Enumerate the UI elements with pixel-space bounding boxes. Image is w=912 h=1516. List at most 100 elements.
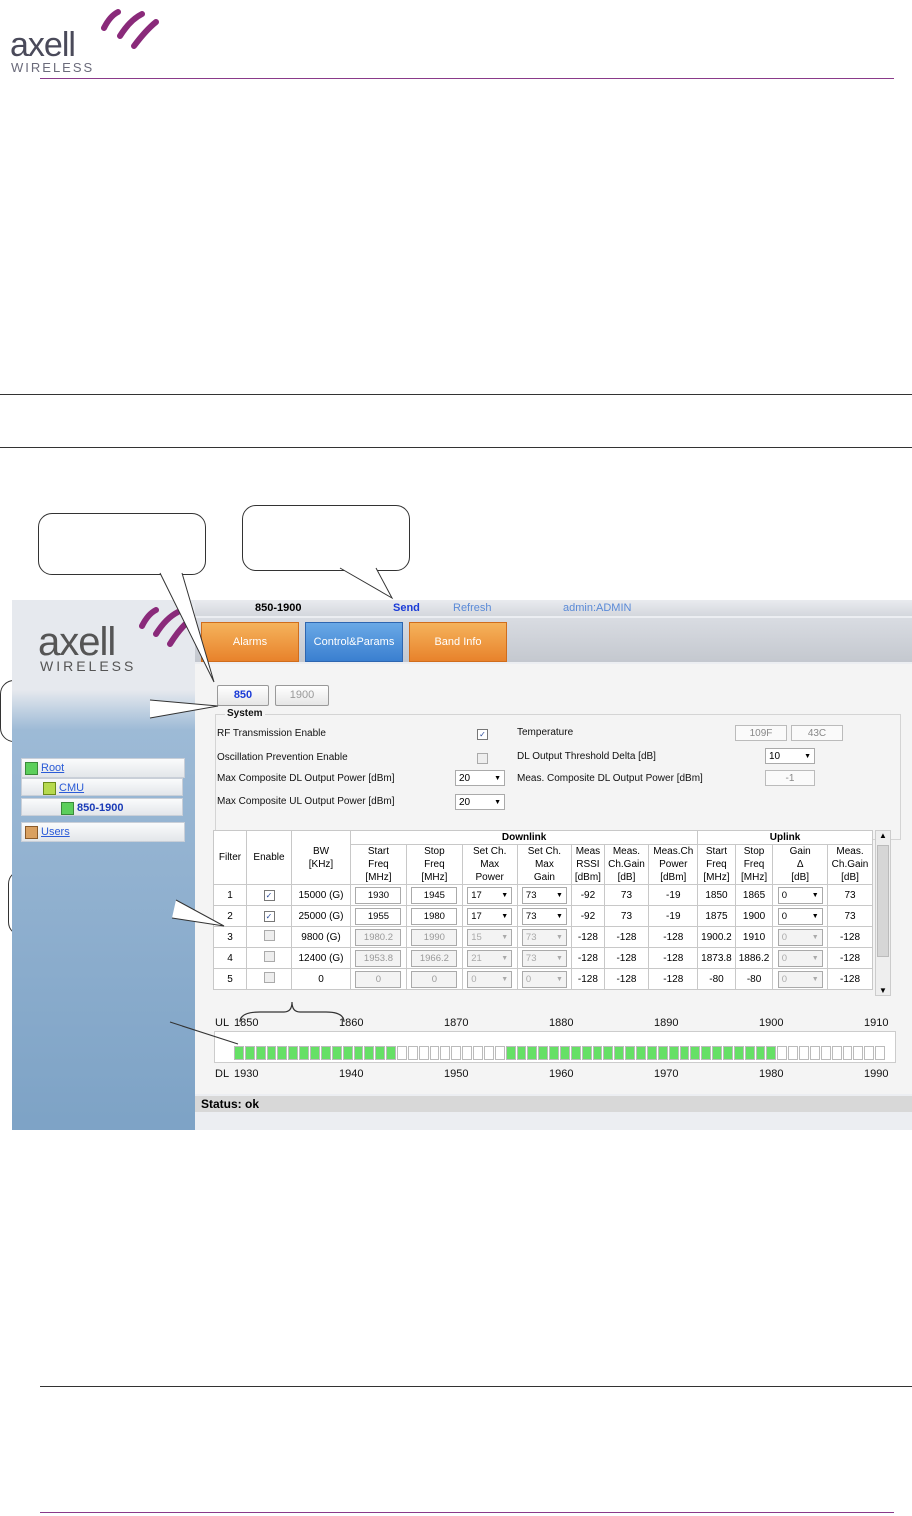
section-rule-top: [0, 394, 912, 395]
ch-power-value: -128: [663, 931, 684, 943]
rf-enable-checkbox[interactable]: ✓: [477, 729, 488, 740]
gain-delta-value: 0: [781, 910, 787, 922]
table-row: 3 9800 (G) 1980.2 1990 15 ▼ 73 ▼ -128 -128 -128 190…: [213, 926, 873, 948]
cell-gain[interactable]: 73 ▼: [516, 947, 573, 969]
cell-gain[interactable]: 73 ▼: [516, 926, 573, 948]
cell-gain[interactable]: 73 ▼: [516, 905, 573, 927]
cell-dl-start[interactable]: 1953.8: [350, 947, 407, 969]
band-tab-850[interactable]: 850: [217, 685, 269, 706]
refresh-button[interactable]: Refresh: [453, 600, 492, 616]
gain-delta-select[interactable]: 0 ▼: [777, 928, 823, 946]
spectrum-cell: [462, 1046, 473, 1060]
cell-enable[interactable]: ✓: [246, 884, 292, 906]
gain-delta-select[interactable]: 0 ▼: [777, 907, 823, 925]
cell-dl-stop[interactable]: 1966.2: [405, 947, 463, 969]
power-select[interactable]: 0 ▼: [467, 970, 513, 988]
cell-gain[interactable]: 0 ▼: [516, 968, 573, 990]
power-select[interactable]: 17 ▼: [467, 886, 513, 904]
gain-select[interactable]: 0 ▼: [521, 970, 567, 988]
tree-item-device[interactable]: 850-1900: [21, 798, 183, 816]
gain-delta-select[interactable]: 0 ▼: [777, 970, 823, 988]
cell-dl-start[interactable]: 1955: [350, 905, 407, 927]
gain-delta-select[interactable]: 0 ▼: [777, 886, 823, 904]
gain-select[interactable]: 73 ▼: [521, 949, 567, 967]
cell-power[interactable]: 17 ▼: [461, 905, 518, 927]
cell-dl-stop[interactable]: 1990: [405, 926, 463, 948]
cell-enable[interactable]: [246, 926, 292, 948]
band-tab-1900[interactable]: 1900: [275, 685, 329, 706]
cell-ul-start: -80: [697, 968, 736, 990]
dl-stop-input[interactable]: 0: [411, 970, 458, 988]
cell-dl-stop[interactable]: 0: [405, 968, 463, 990]
scrollbar-thumb[interactable]: [877, 845, 889, 957]
cell-dl-start[interactable]: 1980.2: [350, 926, 407, 948]
tree-item-root[interactable]: Root: [21, 758, 185, 778]
bw-value: 12400 (G): [298, 952, 344, 964]
cell-gain-delta[interactable]: 0 ▼: [772, 905, 829, 927]
tree-item-cmu[interactable]: CMU: [21, 778, 183, 796]
enable-checkbox[interactable]: ✓: [263, 889, 275, 901]
cell-gain[interactable]: 73 ▼: [516, 884, 573, 906]
cell-power[interactable]: 15 ▼: [461, 926, 518, 948]
table-scrollbar[interactable]: ▲ ▼: [875, 830, 891, 996]
temperature-label: Temperature: [517, 727, 574, 738]
cell-dl-start[interactable]: 0: [350, 968, 407, 990]
tree-item-users[interactable]: Users: [21, 822, 185, 842]
dl-start-input[interactable]: 0: [355, 970, 402, 988]
cell-gain-delta[interactable]: 0 ▼: [772, 947, 829, 969]
cell-bw: 12400 (G): [291, 947, 351, 969]
enable-checkbox[interactable]: [263, 972, 275, 983]
spectrum-cell: [744, 1046, 755, 1060]
dl-start-input[interactable]: 1955: [355, 907, 402, 925]
cell-enable[interactable]: [246, 968, 292, 990]
cell-enable[interactable]: ✓: [246, 905, 292, 927]
osc-enable-checkbox[interactable]: [477, 753, 488, 764]
dl-start-input[interactable]: 1980.2: [355, 928, 402, 946]
max-ul-select[interactable]: 20 ▼: [455, 794, 505, 810]
gain-select[interactable]: 73 ▼: [521, 928, 567, 946]
tick-label: 1950: [444, 1068, 469, 1080]
tab-alarms[interactable]: Alarms: [201, 622, 299, 662]
scroll-down-icon[interactable]: ▼: [879, 986, 887, 995]
enable-checkbox[interactable]: [263, 930, 275, 941]
send-button[interactable]: Send: [393, 600, 420, 616]
power-select[interactable]: 15 ▼: [467, 928, 513, 946]
cell-ch-power: -19: [648, 884, 699, 906]
tick-label: 1960: [549, 1068, 574, 1080]
dl-stop-input[interactable]: 1980: [411, 907, 458, 925]
cell-gain-delta[interactable]: 0 ▼: [772, 884, 829, 906]
chevron-down-icon: ▼: [555, 891, 563, 899]
th-uplink: Uplink: [697, 830, 873, 845]
tab-bar: Alarms Control&Params Band Info: [195, 618, 912, 662]
dl-stop-input[interactable]: 1990: [411, 928, 458, 946]
cell-gain-delta[interactable]: 0 ▼: [772, 968, 829, 990]
dl-stop-input[interactable]: 1966.2: [411, 949, 458, 967]
cell-dl-stop[interactable]: 1945: [405, 884, 463, 906]
cell-power[interactable]: 17 ▼: [461, 884, 518, 906]
enable-checkbox[interactable]: ✓: [263, 910, 275, 922]
tab-band-info[interactable]: Band Info: [409, 622, 507, 662]
cell-power[interactable]: 21 ▼: [461, 947, 518, 969]
power-select[interactable]: 17 ▼: [467, 907, 513, 925]
dl-start-input[interactable]: 1953.8: [355, 949, 402, 967]
cell-gain-delta[interactable]: 0 ▼: [772, 926, 829, 948]
cell-dl-stop[interactable]: 1980: [405, 905, 463, 927]
tab-control-params[interactable]: Control&Params: [305, 622, 403, 662]
gain-select[interactable]: 73 ▼: [521, 907, 567, 925]
gain-delta-select[interactable]: 0 ▼: [777, 949, 823, 967]
dl-start-input[interactable]: 1930: [355, 886, 402, 904]
cell-dl-start[interactable]: 1930: [350, 884, 407, 906]
rssi-value: -92: [580, 910, 596, 922]
gain-select[interactable]: 73 ▼: [521, 886, 567, 904]
cell-ul-start: 1850: [697, 884, 736, 906]
cell-enable[interactable]: [246, 947, 292, 969]
cell-power[interactable]: 0 ▼: [461, 968, 518, 990]
max-dl-select[interactable]: 20 ▼: [455, 770, 505, 786]
dl-stop-input[interactable]: 1945: [411, 886, 458, 904]
scroll-up-icon[interactable]: ▲: [879, 831, 887, 840]
dl-threshold-select[interactable]: 10 ▼: [765, 748, 815, 764]
power-select[interactable]: 21 ▼: [467, 949, 513, 967]
spectrum-cell: [788, 1046, 799, 1060]
spectrum-cell: [646, 1046, 657, 1060]
enable-checkbox[interactable]: [263, 951, 275, 962]
